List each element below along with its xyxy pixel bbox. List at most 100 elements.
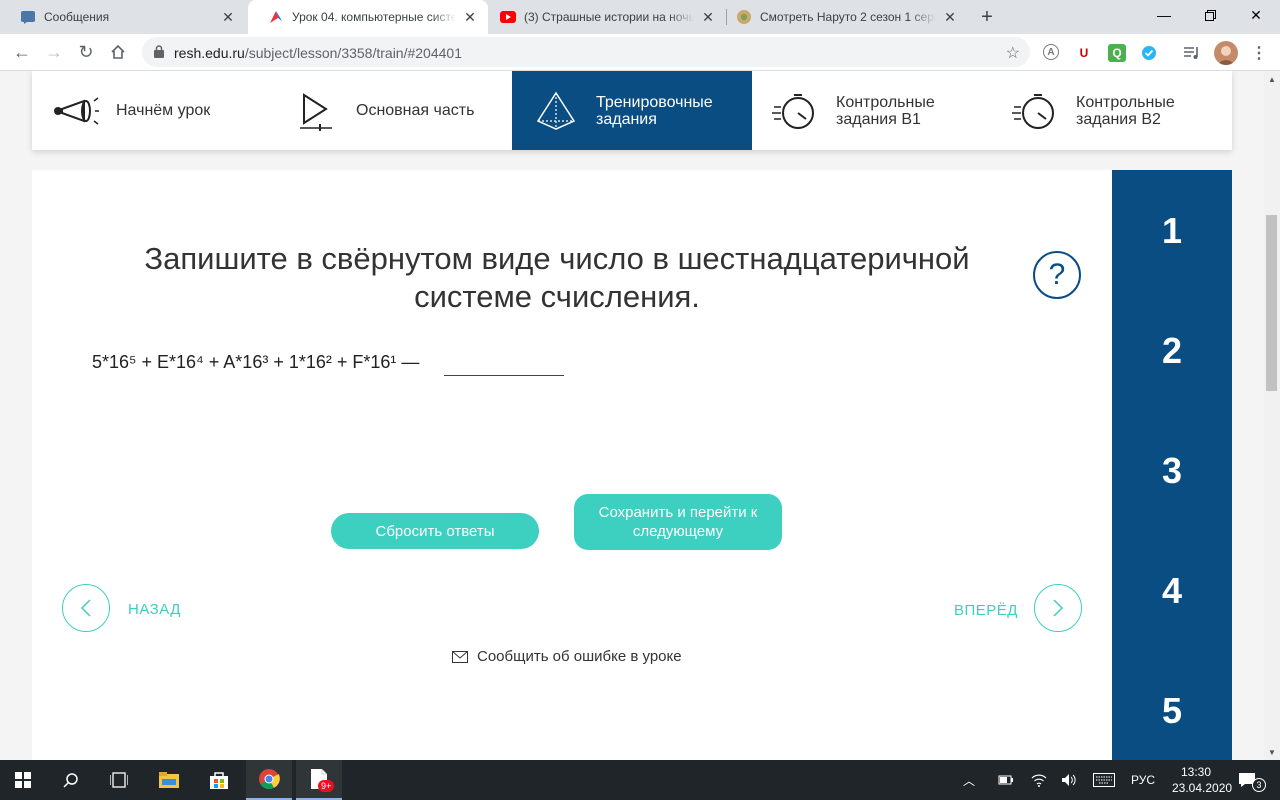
tab-title: Смотреть Наруто 2 сезон 1 серия	[760, 10, 936, 24]
volume-icon[interactable]	[1061, 760, 1077, 800]
task-number-sidebar: 1 2 3 4 5	[1112, 170, 1232, 760]
action-center-icon[interactable]: 3	[1238, 760, 1266, 800]
close-tab-icon[interactable]: ✕	[220, 9, 236, 25]
task-number-3[interactable]: 3	[1112, 450, 1232, 492]
resh-icon	[268, 9, 284, 25]
close-tab-icon[interactable]: ✕	[462, 9, 478, 25]
lesson-nav: Начнём урок Основная часть Тренировочные…	[32, 71, 1232, 150]
chrome-icon[interactable]	[246, 760, 292, 800]
task-expression: 5*16⁵ + E*16⁴ + A*16³ + 1*16² + F*16¹ —	[92, 352, 420, 372]
file-explorer-icon[interactable]	[146, 760, 192, 800]
question-icon: ?	[1048, 258, 1066, 291]
windows-start-icon[interactable]	[0, 760, 46, 800]
save-and-next-button[interactable]: Сохранить и перейти к следующему	[574, 494, 782, 550]
report-error-link[interactable]: Сообщить об ошибке в уроке	[452, 648, 682, 665]
clock-time: 13:30	[1180, 765, 1212, 779]
reload-icon[interactable]: ↻	[72, 38, 100, 66]
home-icon[interactable]	[104, 38, 132, 66]
minimize-icon[interactable]: —	[1141, 0, 1187, 30]
tab-strip: Сообщения ✕ Урок 04. компьютерные систем…	[0, 0, 1280, 34]
close-tab-icon[interactable]: ✕	[942, 9, 958, 25]
task-title: Запишите в свёрнутом виде число в шестна…	[144, 241, 970, 314]
play-icon	[300, 92, 332, 131]
stopwatch-icon	[1012, 93, 1054, 129]
page-content: Начнём урок Основная часть Тренировочные…	[0, 71, 1264, 760]
scroll-up-icon[interactable]: ▲	[1264, 71, 1280, 87]
browser-tab[interactable]: (3) Страшные истории на ночь ✕	[490, 0, 726, 34]
task-card: Запишите в свёрнутом виде число в шестна…	[32, 170, 1112, 760]
youtube-icon	[500, 9, 516, 25]
notification-count: 3	[1252, 778, 1266, 792]
lesson-nav-label: Основная часть	[356, 102, 475, 119]
task-number-4[interactable]: 4	[1112, 570, 1232, 612]
envelope-icon	[452, 650, 468, 663]
report-error-label: Сообщить об ошибке в уроке	[477, 648, 682, 665]
bookmark-star-icon[interactable]: ☆	[1006, 43, 1020, 63]
tab-title: Сообщения	[44, 10, 110, 24]
pyramid-icon	[536, 91, 576, 130]
profile-avatar[interactable]	[1214, 41, 1238, 65]
chevron-left-icon	[80, 599, 91, 617]
new-tab-button[interactable]: +	[977, 7, 997, 27]
chevron-right-icon	[1053, 599, 1064, 617]
forward-link[interactable]: ВПЕРЁД	[954, 602, 1018, 619]
battery-icon[interactable]	[998, 760, 1014, 800]
scrollbar-thumb[interactable]	[1266, 215, 1277, 391]
browser-tab[interactable]: Сообщения ✕	[0, 0, 246, 34]
extension-u-icon[interactable]: U	[1075, 44, 1093, 62]
clock[interactable]: 13:30 23.04.2020	[1172, 764, 1233, 796]
task-number-1[interactable]: 1	[1112, 210, 1232, 252]
address-bar[interactable]: resh.edu.ru/subject/lesson/3358/train/#2…	[142, 37, 1030, 67]
page-scrollbar[interactable]	[1264, 71, 1280, 760]
tab-title: Урок 04. компьютерные системы	[292, 10, 456, 24]
task-number-2[interactable]: 2	[1112, 330, 1232, 372]
show-hidden-icons[interactable]: ︿	[963, 760, 975, 800]
lesson-nav-control-b2[interactable]: Контрольные задания В2	[992, 71, 1232, 150]
vk-icon	[20, 9, 36, 25]
back-arrow-icon[interactable]: ←	[8, 38, 36, 66]
answer-input[interactable]	[444, 375, 564, 376]
lesson-nav-control-b1[interactable]: Контрольные задания В1	[752, 71, 992, 150]
lesson-nav-label: Контрольные задания В1	[836, 93, 935, 128]
close-window-icon[interactable]: ✕	[1233, 0, 1279, 30]
extension-check-icon[interactable]	[1140, 44, 1158, 62]
search-icon[interactable]	[48, 760, 94, 800]
document-app-icon[interactable]: 9+	[296, 760, 342, 800]
lesson-nav-start[interactable]: Начнём урок	[32, 71, 272, 150]
lesson-nav-label: Начнём урок	[116, 102, 211, 119]
close-tab-icon[interactable]: ✕	[700, 9, 716, 25]
tab-separator	[726, 9, 727, 25]
task-view-icon[interactable]	[96, 760, 142, 800]
notification-badge: 9+	[318, 780, 335, 792]
extension-q-icon[interactable]: Q	[1108, 44, 1126, 62]
lesson-nav-label: Тренировочные задания	[596, 93, 713, 128]
keyboard-icon[interactable]	[1093, 760, 1115, 800]
language-indicator[interactable]: РУС	[1131, 760, 1155, 800]
restore-icon[interactable]	[1187, 0, 1233, 30]
naruto-icon	[736, 9, 752, 25]
lesson-nav-main[interactable]: Основная часть	[272, 71, 512, 150]
back-link[interactable]: НАЗАД	[128, 601, 181, 618]
stopwatch-icon	[772, 93, 814, 129]
windows-taskbar: 9+ ︿ РУС 13:30 23.04.2020 3	[0, 760, 1280, 800]
forward-button[interactable]	[1034, 584, 1082, 632]
store-icon[interactable]	[196, 760, 242, 800]
scroll-down-icon[interactable]: ▼	[1264, 744, 1280, 760]
browser-toolbar: ← → ↻ resh.edu.ru/subject/lesson/3358/tr…	[0, 34, 1280, 71]
menu-dots-icon[interactable]: ⋮	[1250, 44, 1268, 62]
wifi-icon[interactable]	[1031, 760, 1047, 800]
url-text: resh.edu.ru/subject/lesson/3358/train/#2…	[174, 45, 462, 61]
extension-a-icon[interactable]: A	[1043, 44, 1059, 60]
reset-answers-button[interactable]: Сбросить ответы	[331, 513, 539, 549]
help-button[interactable]: ?	[1033, 251, 1081, 299]
forward-arrow-icon[interactable]: →	[40, 38, 68, 66]
media-control-icon[interactable]	[1183, 44, 1201, 62]
browser-tab-active[interactable]: Урок 04. компьютерные системы ✕	[248, 0, 488, 34]
back-button[interactable]	[62, 584, 110, 632]
browser-tab[interactable]: Смотреть Наруто 2 сезон 1 серия ✕	[728, 0, 968, 34]
task-number-5[interactable]: 5	[1112, 690, 1232, 732]
lesson-nav-label: Контрольные задания В2	[1076, 93, 1175, 128]
tab-title: (3) Страшные истории на ночь	[524, 10, 694, 24]
lesson-nav-training[interactable]: Тренировочные задания	[512, 71, 752, 150]
clock-date: 23.04.2020	[1172, 781, 1233, 795]
